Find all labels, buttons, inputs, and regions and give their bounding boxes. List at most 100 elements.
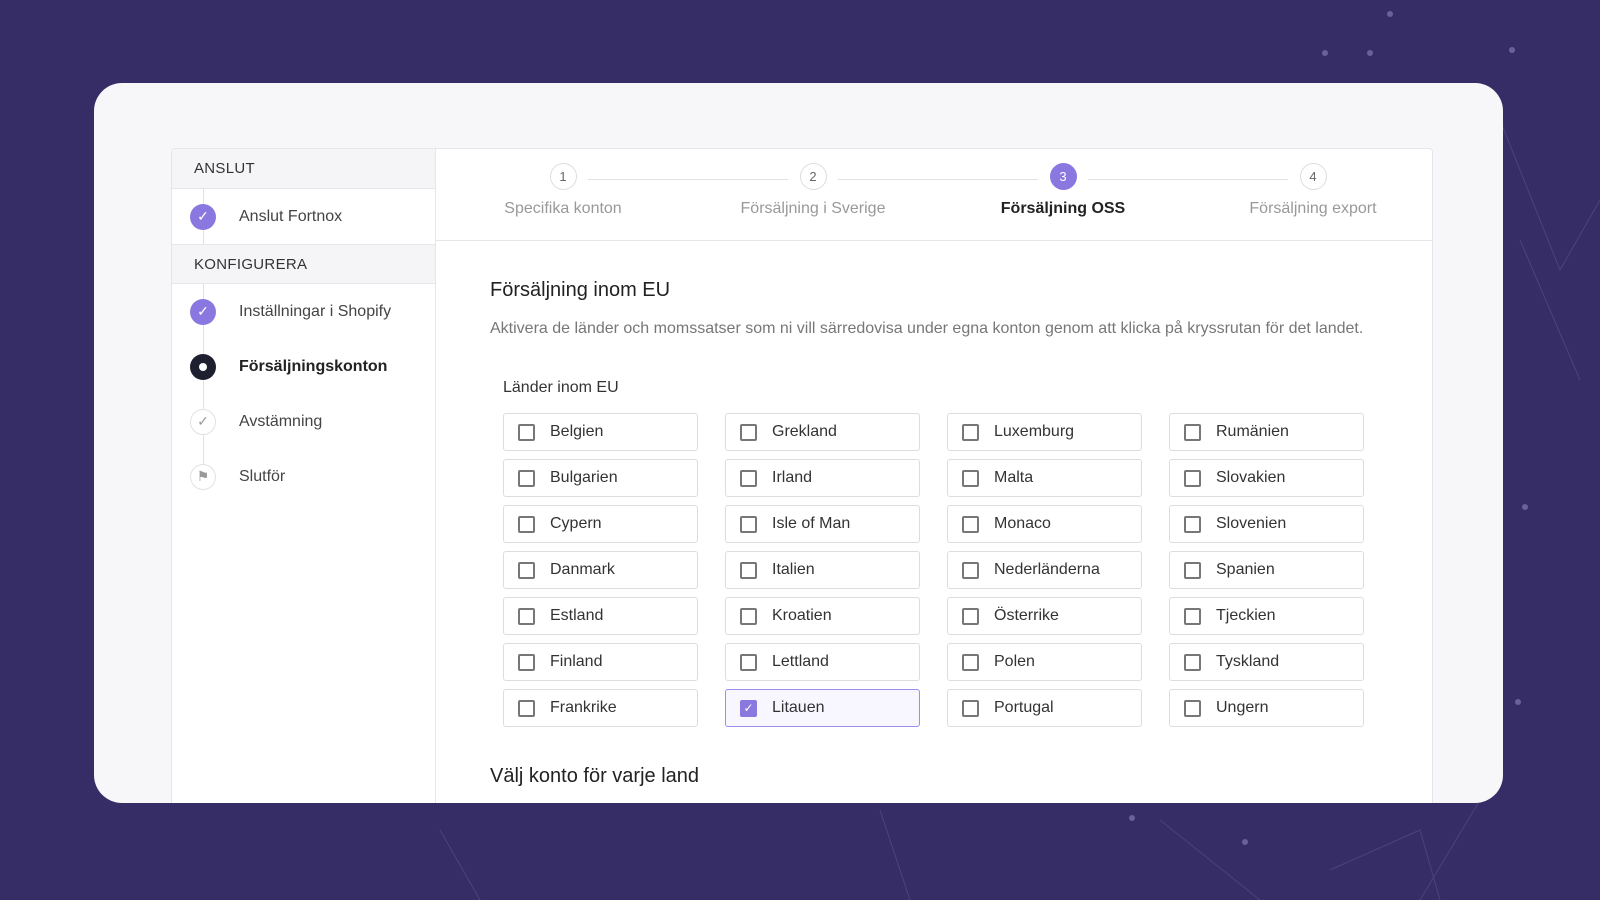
checkbox-icon[interactable] xyxy=(518,469,535,487)
checkbox-icon[interactable] xyxy=(1184,423,1201,441)
country-label: Finland xyxy=(550,653,603,670)
sidebar-item-slutfor[interactable]: ⚑ Slutför xyxy=(172,449,435,504)
step-2[interactable]: 2 Försäljning i Sverige xyxy=(688,163,938,218)
checkbox-icon[interactable] xyxy=(518,653,535,671)
checkbox-icon[interactable] xyxy=(1184,653,1201,671)
step-3[interactable]: 3 Försäljning OSS xyxy=(938,163,1188,218)
checkbox-icon[interactable] xyxy=(518,607,535,625)
sidebar-item-avstamning[interactable]: ✓ Avstämning xyxy=(172,394,435,449)
country-checkbox[interactable]: Polen xyxy=(947,643,1142,681)
checkbox-icon[interactable] xyxy=(962,423,979,441)
checkbox-icon[interactable] xyxy=(740,607,757,625)
country-label: Cypern xyxy=(550,515,602,532)
checkbox-icon[interactable] xyxy=(1184,515,1201,533)
country-checkbox[interactable]: Frankrike xyxy=(503,689,698,727)
country-label: Monaco xyxy=(994,515,1051,532)
checkbox-icon[interactable] xyxy=(740,423,757,441)
step-1[interactable]: 1 Specifika konton xyxy=(438,163,688,218)
country-checkbox[interactable]: Isle of Man xyxy=(725,505,920,543)
checkbox-icon[interactable] xyxy=(1184,607,1201,625)
country-checkbox[interactable]: Finland xyxy=(503,643,698,681)
country-label: Tjeckien xyxy=(1216,607,1276,624)
check-icon: ✓ xyxy=(190,408,216,435)
country-checkbox[interactable]: Monaco xyxy=(947,505,1142,543)
country-checkbox[interactable]: Danmark xyxy=(503,551,698,589)
checkbox-icon[interactable] xyxy=(962,469,979,487)
country-checkbox[interactable]: Estland xyxy=(503,597,698,635)
checkbox-icon[interactable] xyxy=(1184,561,1201,579)
check-icon: ✓ xyxy=(190,298,216,325)
country-label: Tyskland xyxy=(1216,653,1280,670)
country-checkbox[interactable]: Kroatien xyxy=(725,597,920,635)
country-label: Slovakien xyxy=(1216,469,1286,486)
checkbox-icon[interactable] xyxy=(962,699,979,717)
step-4[interactable]: 4 Försäljning export xyxy=(1188,163,1432,218)
section-description: Aktivera de länder och momssatser som ni… xyxy=(490,320,1364,337)
country-label: Ungern xyxy=(1216,699,1269,716)
country-checkbox[interactable]: Ungern xyxy=(1169,689,1364,727)
country-label: Rumänien xyxy=(1216,423,1289,440)
country-label: Irland xyxy=(772,469,813,486)
sidebar-item-label: Avstämning xyxy=(239,412,323,430)
country-checkbox[interactable]: Luxemburg xyxy=(947,413,1142,451)
country-checkbox[interactable]: Österrike xyxy=(947,597,1142,635)
stepper: 1 Specifika konton 2 Försäljning i Sverige… xyxy=(436,149,1432,241)
checkbox-icon[interactable] xyxy=(962,515,979,533)
country-label: Österrike xyxy=(994,607,1059,624)
country-checkbox[interactable]: Tjeckien xyxy=(1169,597,1364,635)
country-label: Isle of Man xyxy=(772,515,851,532)
sidebar-section-konfigurera: KONFIGURERA xyxy=(172,244,435,284)
checkbox-icon[interactable] xyxy=(1184,699,1201,717)
country-label: Nederländerna xyxy=(994,561,1100,578)
checkbox-icon[interactable] xyxy=(518,515,535,533)
country-checkbox[interactable]: Grekland xyxy=(725,413,920,451)
country-checkbox[interactable]: Tyskland xyxy=(1169,643,1364,681)
country-checkbox[interactable]: ✓ Litauen xyxy=(725,689,920,727)
country-checkbox[interactable]: Slovakien xyxy=(1169,459,1364,497)
current-dot-icon xyxy=(190,353,216,380)
country-checkbox[interactable]: Nederländerna xyxy=(947,551,1142,589)
country-label: Litauen xyxy=(772,699,825,716)
sidebar-item-installningar-shopify[interactable]: ✓ Inställningar i Shopify xyxy=(172,284,435,339)
main-content: 1 Specifika konton 2 Försäljning i Sverige… xyxy=(436,149,1432,803)
country-label: Luxemburg xyxy=(994,423,1075,440)
country-checkbox[interactable]: Spanien xyxy=(1169,551,1364,589)
checkbox-icon[interactable] xyxy=(518,423,535,441)
country-label: Estland xyxy=(550,607,604,624)
country-label: Portugal xyxy=(994,699,1054,716)
checkbox-icon[interactable] xyxy=(740,653,757,671)
step-label: Specifika konton xyxy=(504,200,622,217)
country-checkbox[interactable]: Lettland xyxy=(725,643,920,681)
sidebar-item-forsaljningskonton[interactable]: Försäljningskonton xyxy=(172,339,435,394)
countries-label: Länder inom EU xyxy=(503,379,619,396)
checkbox-icon[interactable] xyxy=(518,561,535,579)
sidebar-item-anslut-fortnox[interactable]: ✓ Anslut Fortnox xyxy=(172,189,435,244)
checkbox-icon[interactable] xyxy=(1184,469,1201,487)
country-checkbox[interactable]: Irland xyxy=(725,459,920,497)
checkbox-icon[interactable] xyxy=(962,653,979,671)
country-checkbox[interactable]: Malta xyxy=(947,459,1142,497)
checkbox-icon[interactable] xyxy=(740,469,757,487)
country-label: Danmark xyxy=(550,561,615,578)
check-icon: ✓ xyxy=(190,203,216,230)
country-checkbox[interactable]: Belgien xyxy=(503,413,698,451)
country-label: Lettland xyxy=(772,653,829,670)
checkbox-icon[interactable] xyxy=(740,561,757,579)
country-label: Bulgarien xyxy=(550,469,618,486)
country-checkbox[interactable]: Bulgarien xyxy=(503,459,698,497)
step-number: 3 xyxy=(1049,163,1077,190)
country-checkbox[interactable]: Cypern xyxy=(503,505,698,543)
checkbox-icon[interactable] xyxy=(740,515,757,533)
sidebar: ANSLUT ✓ Anslut Fortnox KONFIGURERA ✓ In… xyxy=(172,149,436,803)
checkbox-icon[interactable] xyxy=(962,561,979,579)
country-checkbox[interactable]: Italien xyxy=(725,551,920,589)
country-checkbox[interactable]: Rumänien xyxy=(1169,413,1364,451)
checkbox-icon[interactable] xyxy=(518,699,535,717)
checkbox-checked-icon[interactable]: ✓ xyxy=(740,699,757,717)
country-label: Italien xyxy=(772,561,815,578)
checkbox-icon[interactable] xyxy=(962,607,979,625)
step-label: Försäljning OSS xyxy=(1000,200,1126,217)
country-label: Frankrike xyxy=(550,699,617,716)
country-checkbox[interactable]: Portugal xyxy=(947,689,1142,727)
country-checkbox[interactable]: Slovenien xyxy=(1169,505,1364,543)
